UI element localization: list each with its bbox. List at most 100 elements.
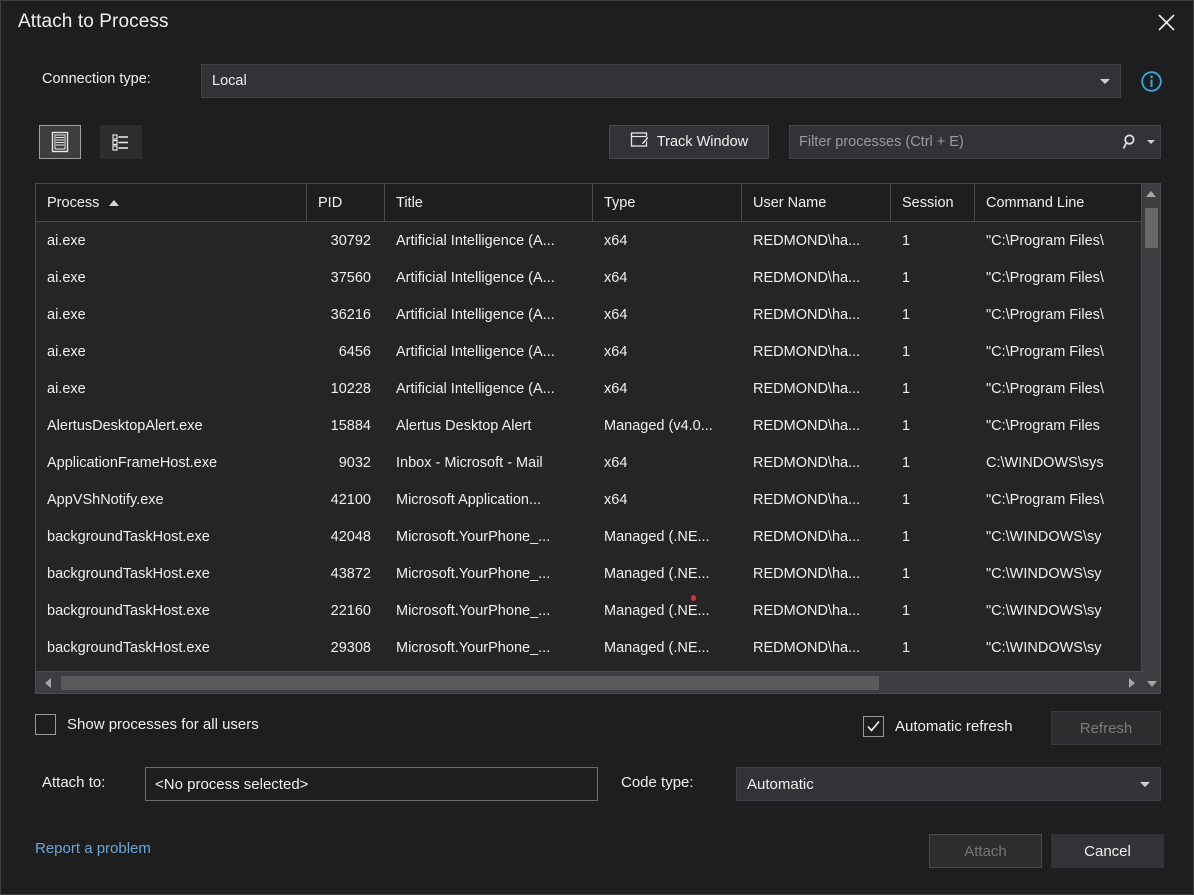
cell-command-line: "C:\Program Files\ — [986, 269, 1104, 286]
code-type-combobox[interactable]: Automatic — [736, 767, 1161, 801]
attach-button[interactable]: Attach — [929, 834, 1042, 868]
cell-type: x64 — [604, 232, 628, 249]
scroll-up-icon[interactable] — [1142, 184, 1160, 203]
cursor-marker-dot — [691, 595, 696, 601]
cell-pid: 30792 — [330, 232, 371, 249]
chevron-down-icon[interactable] — [1142, 140, 1160, 144]
cell-command-line: "C:\WINDOWS\sy — [986, 528, 1102, 545]
show-all-users-checkbox[interactable]: Show processes for all users — [35, 714, 259, 735]
cell-title: Artificial Intelligence (A... — [396, 380, 555, 397]
list-view-icon[interactable] — [39, 125, 81, 159]
cell-session: 1 — [902, 565, 911, 582]
chevron-down-icon — [1100, 79, 1110, 84]
report-a-problem-link[interactable]: Report a problem — [35, 840, 151, 857]
horizontal-scrollbar[interactable] — [36, 671, 1143, 693]
cell-user-name: REDMOND\ha... — [753, 639, 861, 656]
cell-pid: 6456 — [338, 343, 371, 360]
cell-pid: 15884 — [330, 417, 371, 434]
refresh-button[interactable]: Refresh — [1051, 711, 1161, 745]
cell-type: x64 — [604, 491, 628, 508]
table-row[interactable]: ai.exe 6456 Artificial Intelligence (A... x… — [36, 333, 1160, 370]
scroll-right-icon[interactable] — [1122, 672, 1141, 693]
cell-user-name: REDMOND\ha... — [753, 269, 861, 286]
cell-process: ApplicationFrameHost.exe — [47, 454, 218, 471]
track-window-button[interactable]: Track Window — [609, 125, 769, 159]
column-header-session-label: Session — [902, 194, 954, 211]
connection-type-combobox[interactable]: Local — [201, 64, 1121, 98]
cell-user-name: REDMOND\ha... — [753, 380, 861, 397]
cell-process: backgroundTaskHost.exe — [47, 565, 210, 582]
chevron-down-icon — [1140, 782, 1150, 787]
table-row[interactable]: ai.exe 37560 Artificial Intelligence (A...… — [36, 259, 1160, 296]
table-row[interactable]: backgroundTaskHost.exe 43872 Microsoft.You… — [36, 555, 1160, 592]
attach-to-label: Attach to: — [42, 774, 106, 791]
scroll-left-icon[interactable] — [38, 672, 57, 693]
column-header-session[interactable]: Session — [891, 184, 975, 221]
vertical-scrollbar-thumb[interactable] — [1145, 208, 1158, 248]
connection-type-value: Local — [212, 73, 247, 89]
cell-command-line: "C:\Program Files\ — [986, 380, 1104, 397]
filter-processes-box[interactable] — [789, 125, 1161, 159]
cell-command-line: "C:\Program Files\ — [986, 232, 1104, 249]
cell-user-name: REDMOND\ha... — [753, 528, 861, 545]
filter-processes-input[interactable] — [797, 126, 1120, 158]
column-header-type-label: Type — [604, 194, 636, 211]
cell-process: ai.exe — [47, 232, 86, 249]
tree-view-icon[interactable] — [100, 125, 142, 159]
cell-command-line: "C:\Program Files — [986, 417, 1100, 434]
horizontal-scrollbar-thumb[interactable] — [61, 676, 879, 690]
cell-process: backgroundTaskHost.exe — [47, 639, 210, 656]
column-header-type[interactable]: Type — [593, 184, 742, 221]
cell-command-line: "C:\Program Files\ — [986, 306, 1104, 323]
column-header-pid[interactable]: PID — [307, 184, 385, 221]
cell-pid: 29308 — [330, 639, 371, 656]
table-row[interactable]: ai.exe 36216 Artificial Intelligence (A...… — [36, 296, 1160, 333]
connection-type-label: Connection type: — [42, 71, 151, 87]
scroll-down-icon[interactable] — [1142, 674, 1160, 693]
vertical-scrollbar[interactable] — [1141, 184, 1160, 693]
table-row[interactable]: backgroundTaskHost.exe 22160 Microsoft.You… — [36, 592, 1160, 629]
table-row[interactable]: ApplicationFrameHost.exe 9032 Inbox - Micr… — [36, 444, 1160, 481]
column-header-user-name[interactable]: User Name — [742, 184, 891, 221]
table-row[interactable]: AlertusDesktopAlert.exe 15884 Alertus Desk… — [36, 407, 1160, 444]
cell-session: 1 — [902, 491, 911, 508]
cell-type: x64 — [604, 269, 628, 286]
attach-button-label: Attach — [964, 842, 1007, 860]
table-row[interactable]: ai.exe 30792 Artificial Intelligence (A...… — [36, 222, 1160, 259]
window-pen-icon — [630, 130, 650, 155]
column-header-process[interactable]: Process — [36, 184, 307, 221]
cancel-button[interactable]: Cancel — [1051, 834, 1164, 868]
close-icon[interactable] — [1145, 5, 1187, 39]
cell-process: ai.exe — [47, 380, 86, 397]
search-icon[interactable] — [1120, 133, 1142, 151]
cell-pid: 37560 — [330, 269, 371, 286]
cell-title: Inbox - Microsoft - Mail — [396, 454, 543, 471]
cell-type: Managed (v4.0... — [604, 417, 713, 434]
cell-title: Alertus Desktop Alert — [396, 417, 532, 434]
table-row[interactable]: AppVShNotify.exe 42100 Microsoft Applicati… — [36, 481, 1160, 518]
cell-pid: 42048 — [330, 528, 371, 545]
cell-title: Microsoft.YourPhone_... — [396, 639, 551, 656]
cell-user-name: REDMOND\ha... — [753, 602, 861, 619]
attach-to-process-dialog: Attach to Process Connection type: Local — [0, 0, 1194, 895]
cell-session: 1 — [902, 232, 911, 249]
cell-session: 1 — [902, 380, 911, 397]
code-type-label: Code type: — [621, 774, 694, 791]
cell-session: 1 — [902, 602, 911, 619]
cell-session: 1 — [902, 417, 911, 434]
info-icon[interactable] — [1141, 71, 1162, 92]
column-header-user-name-label: User Name — [753, 194, 827, 211]
table-row[interactable]: backgroundTaskHost.exe 29308 Microsoft.You… — [36, 629, 1160, 666]
automatic-refresh-checkbox[interactable]: Automatic refresh — [863, 716, 1013, 737]
cell-user-name: REDMOND\ha... — [753, 232, 861, 249]
column-header-title-label: Title — [396, 194, 423, 211]
cell-pid: 42100 — [330, 491, 371, 508]
cell-session: 1 — [902, 343, 911, 360]
page-title: Attach to Process — [18, 11, 169, 32]
table-row[interactable]: ai.exe 10228 Artificial Intelligence (A...… — [36, 370, 1160, 407]
cell-command-line: "C:\WINDOWS\sy — [986, 639, 1102, 656]
column-header-title[interactable]: Title — [385, 184, 593, 221]
attach-to-field[interactable]: <No process selected> — [145, 767, 598, 801]
table-row[interactable]: backgroundTaskHost.exe 42048 Microsoft.You… — [36, 518, 1160, 555]
column-header-command-line[interactable]: Command Line — [975, 184, 1145, 221]
